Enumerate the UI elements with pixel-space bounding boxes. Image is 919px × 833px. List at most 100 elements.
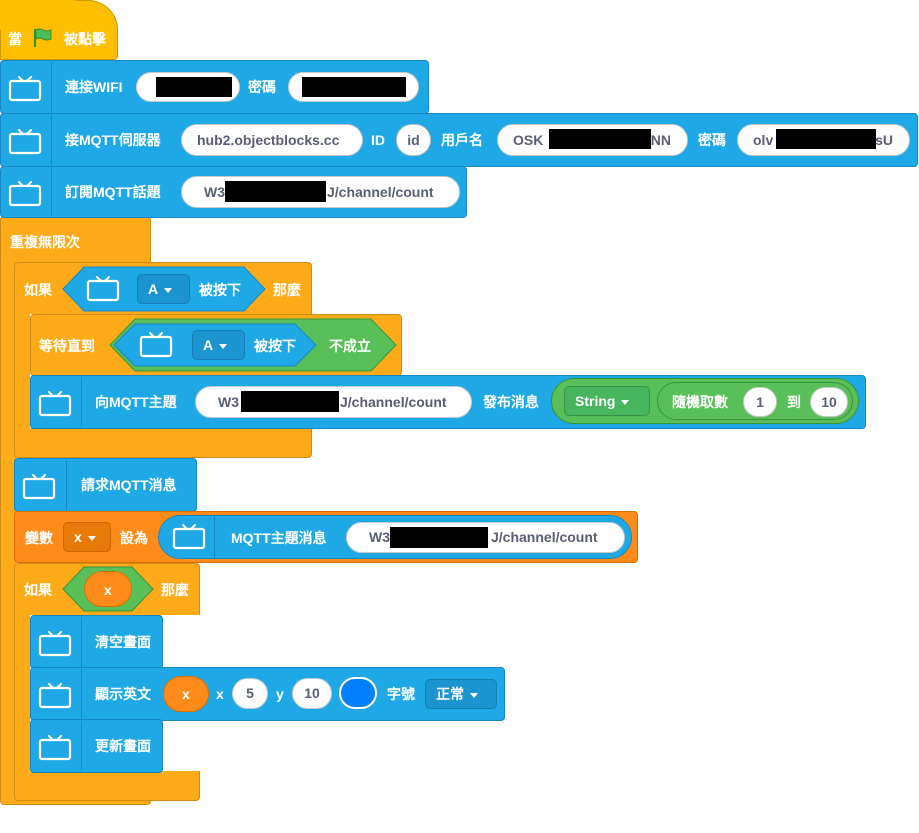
variable-name: x	[182, 686, 190, 702]
reporter-label: MQTT主題消息	[231, 530, 327, 546]
redaction	[302, 77, 406, 97]
random-from-input[interactable]: 1	[743, 387, 777, 417]
redaction	[390, 527, 488, 548]
to-label: 到	[787, 394, 801, 410]
wait-label: 等待直到	[39, 338, 95, 354]
not-label: 不成立	[329, 338, 371, 354]
user-value-start: OSK	[513, 132, 544, 148]
random-to-input[interactable]: 10	[810, 387, 848, 417]
mqtt-id-label: ID	[371, 132, 385, 148]
chevron-down-icon	[219, 343, 228, 349]
forever-label: 重複無限次	[10, 234, 80, 250]
divider	[81, 669, 82, 719]
font-size-label: 字號	[387, 686, 415, 702]
random-label: 隨機取數	[672, 394, 728, 410]
mqtt-server-input[interactable]: hub2.objectblocks.cc	[181, 124, 363, 156]
publish-label: 向MQTT主題	[95, 394, 177, 410]
subscribe-label: 訂閱MQTT話題	[65, 184, 161, 200]
tv-icon	[38, 631, 72, 657]
font-size-dropdown[interactable]: 正常	[425, 679, 497, 709]
divider	[51, 168, 52, 216]
tv-icon	[8, 76, 42, 102]
variable-label: 變數	[25, 530, 53, 546]
type-value: String	[575, 393, 616, 409]
y-input[interactable]: 10	[292, 678, 332, 709]
topic-start: W3	[204, 184, 225, 200]
user-value-end: NN	[650, 132, 671, 148]
x-label: x	[216, 686, 224, 702]
update-label: 更新畫面	[95, 738, 151, 754]
tv-icon	[8, 181, 42, 207]
topic-start: W3	[218, 394, 239, 410]
redaction	[776, 129, 876, 149]
if-label: 如果	[24, 282, 52, 298]
if-arm	[14, 613, 30, 773]
mqtt-user-label: 用戶名	[441, 132, 483, 148]
variable-value: x	[74, 529, 82, 545]
type-dropdown[interactable]: String	[564, 386, 650, 416]
loop-arrow-icon: ↶	[124, 810, 138, 827]
if-bottom[interactable]	[14, 771, 200, 801]
pwd-value-end: sU	[875, 132, 893, 148]
divider	[81, 617, 82, 667]
chevron-down-icon	[164, 287, 173, 293]
hat-clicked-label: 被點擊	[64, 31, 106, 47]
redaction	[156, 77, 232, 97]
divider	[66, 460, 67, 510]
mqtt-connect-label: 接MQTT伺服器	[65, 132, 161, 148]
hat-when-label: 當	[8, 31, 22, 47]
hat-cap	[0, 0, 100, 30]
tv-icon	[8, 129, 42, 155]
pressed-label: 被按下	[254, 338, 296, 354]
topic-start: W3	[369, 529, 390, 545]
mqtt-id-input[interactable]: id	[396, 124, 431, 156]
redaction	[225, 181, 326, 202]
divider	[81, 377, 82, 427]
if-label: 如果	[24, 582, 52, 598]
set-to-label: 設為	[120, 530, 148, 546]
chevron-down-icon	[87, 535, 96, 541]
font-size-value: 正常	[436, 686, 464, 702]
redaction	[549, 129, 651, 149]
green-flag-icon[interactable]	[32, 27, 54, 49]
button-dropdown[interactable]: A	[137, 274, 190, 304]
pwd-value-start: olv	[753, 132, 774, 148]
wifi-password-label: 密碼	[248, 79, 276, 95]
if-arm	[14, 312, 30, 430]
wifi-label: 連接WIFI	[65, 79, 123, 95]
color-picker[interactable]	[339, 677, 377, 709]
tv-icon	[22, 474, 56, 500]
then-label: 那麼	[161, 582, 189, 598]
clear-label: 清空畫面	[95, 634, 151, 650]
variable-name: x	[104, 582, 112, 598]
divider	[51, 62, 52, 112]
tv-icon	[139, 332, 173, 358]
chevron-down-icon	[470, 692, 478, 698]
variable-dropdown[interactable]: x	[63, 522, 111, 552]
tv-icon	[38, 391, 72, 417]
tv-icon	[38, 683, 72, 709]
y-label: y	[276, 686, 284, 702]
show-label: 顯示英文	[95, 686, 151, 702]
divider	[214, 516, 215, 558]
x-input[interactable]: 5	[232, 678, 268, 709]
divider	[51, 115, 52, 165]
button-value: A	[148, 281, 159, 297]
publish-msg-label: 發布消息	[483, 394, 539, 410]
redaction	[241, 391, 339, 412]
mqtt-pwd-label: 密碼	[698, 132, 726, 148]
topic-end: J/channel/count	[491, 529, 598, 545]
button-dropdown[interactable]: A	[192, 330, 245, 360]
then-label: 那麼	[273, 282, 301, 298]
button-value: A	[203, 337, 214, 353]
topic-end: J/channel/count	[327, 184, 434, 200]
tv-icon	[86, 276, 120, 302]
tv-icon	[38, 735, 72, 761]
tv-icon	[172, 524, 206, 550]
divider	[81, 721, 82, 771]
chevron-down-icon	[621, 399, 630, 405]
pressed-label: 被按下	[199, 282, 241, 298]
if-bottom[interactable]	[14, 428, 312, 458]
request-label: 請求MQTT消息	[81, 477, 177, 493]
topic-end: J/channel/count	[340, 394, 447, 410]
